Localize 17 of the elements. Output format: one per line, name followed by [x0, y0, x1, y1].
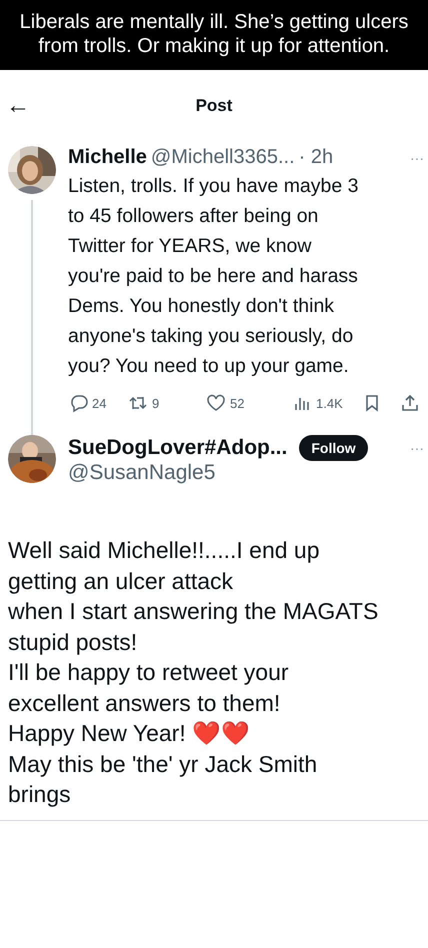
heart-icon[interactable]	[206, 393, 226, 413]
back-button[interactable]: ←	[6, 94, 30, 118]
post-time: · 2h	[298, 146, 334, 169]
post-text: Listen, trolls. If you have maybe 3 to 45 followers after being on Twitter for YEARS, we know you're paid to be here and harass Dems. You honestly don't think anyone's taking you seriously, do you? You need to up your game.	[68, 174, 360, 379]
repost-count: 9	[152, 396, 160, 410]
caption: Liberals are mentally ill. She’s getting ulcers from trolls. Or making it up for attention.	[0, 0, 428, 70]
follow-button[interactable]: Follow	[299, 435, 368, 461]
author-name[interactable]: Michelle	[68, 146, 147, 169]
page-title: Post	[196, 96, 232, 116]
author-name[interactable]: SueDogLover#Adop...	[68, 436, 288, 460]
like-count: 52	[230, 396, 244, 410]
views-count: 1.4K	[316, 396, 343, 410]
reply-count: 24	[92, 396, 106, 410]
reply-text: Well said Michelle!!.....I end up getting an ulcer attack when I start answering the MAGATS stupid posts! I'll be happy to retweet your excellent answers to them! Happy New Year! ❤❤ May this be 'the' yr Jack Smith brings	[7, 536, 380, 809]
author-handle[interactable]: @Michell3365...	[150, 146, 295, 169]
share-icon[interactable]	[400, 393, 420, 413]
author-handle[interactable]: @SusanNagle5	[68, 461, 428, 485]
